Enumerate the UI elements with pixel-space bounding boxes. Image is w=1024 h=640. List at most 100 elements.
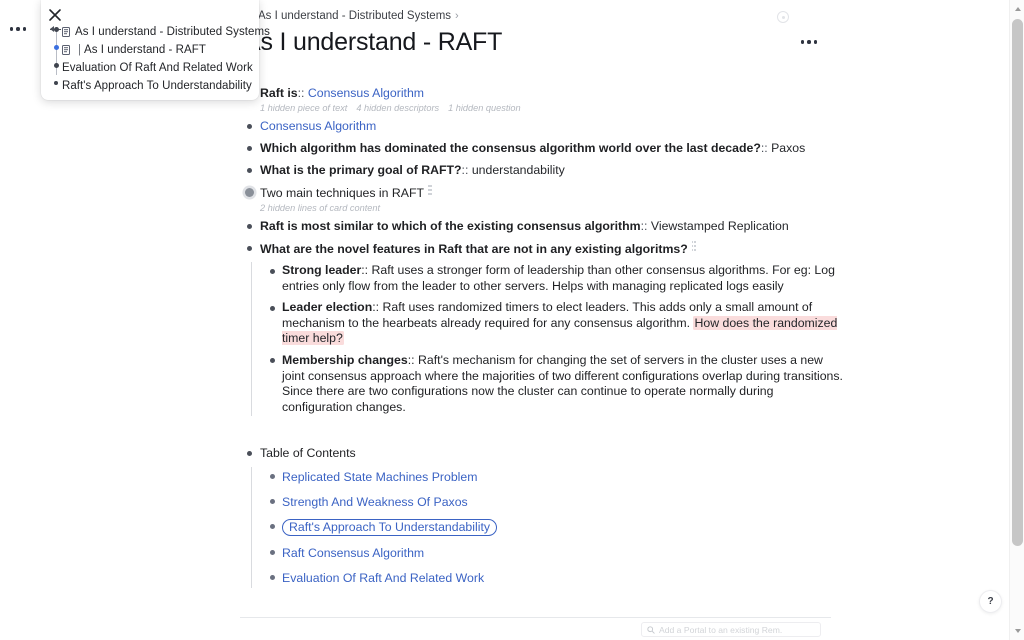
trail-item-label: Evaluation Of Raft And Related Work (62, 62, 253, 74)
question-label: What are the novel features in Raft that… (260, 242, 688, 256)
bullet-icon (247, 245, 252, 251)
outline-row-toc-heading[interactable]: Table of Contents (244, 442, 844, 464)
raft-is-label: Raft is (260, 86, 298, 100)
trail-item-label: As I understand - RAFT (84, 44, 206, 56)
trail-item-divider: | (78, 44, 81, 56)
scrollbar-thumb[interactable] (1012, 19, 1023, 546)
toc-item-raft-consensus-algorithm[interactable]: Raft Consensus Algorithm (266, 541, 844, 566)
toc-item-label[interactable]: Evaluation Of Raft And Related Work (282, 571, 484, 585)
trail-item-evaluation[interactable]: Evaluation Of Raft And Related Work (41, 59, 259, 77)
window-overflow-menu-button[interactable] (6, 21, 30, 37)
ellipsis-dot (800, 40, 805, 44)
collapsed-bullet-icon[interactable] (245, 187, 254, 197)
question-separator: :: (640, 219, 648, 233)
bullet-icon (247, 167, 252, 173)
bullet-icon (247, 450, 252, 456)
toc-item-label[interactable]: Strength And Weakness Of Paxos (282, 495, 468, 509)
ellipsis-dot (9, 27, 14, 31)
help-button[interactable]: ? (979, 590, 1002, 613)
trail-item-raft[interactable]: | As I understand - RAFT (41, 41, 259, 59)
bullet-icon (247, 123, 252, 129)
trail-item-understandability[interactable]: Raft's Approach To Understandability (41, 77, 259, 95)
feature-term: Leader election (282, 300, 373, 315)
outline-node-novel-features: What are the novel features in Raft that… (244, 237, 844, 418)
bullet-icon (270, 268, 275, 274)
answer-value: Paxos (771, 141, 806, 155)
outline-row-consensus-algorithm[interactable]: Consensus Algorithm (244, 115, 844, 137)
outline-node-raft-is: Raft is:: Consensus Algorithm 1 hidden p… (244, 82, 844, 113)
bullet-icon (270, 358, 275, 364)
question-label: What is the primary goal of RAFT? (260, 163, 462, 177)
bullet-icon (270, 550, 275, 556)
page-options-menu-button[interactable] (798, 34, 820, 50)
consensus-algorithm-link[interactable]: Consensus Algorithm (260, 118, 376, 134)
outline-text: Raft is:: Consensus Algorithm (260, 85, 424, 101)
outline-row-strong-leader[interactable]: Strong leader:: Raft uses a stronger for… (266, 260, 844, 297)
outline-text: Strong leader:: Raft uses a stronger for… (282, 263, 844, 294)
outline-text: What are the novel features in Raft that… (260, 240, 701, 257)
outline-row-two-techniques[interactable]: Two main techniques in RAFT (244, 181, 844, 204)
hidden-content-meta: 2 hidden lines of card content (244, 203, 844, 213)
raft-is-value-link[interactable]: Consensus Algorithm (308, 86, 424, 100)
ellipsis-dot (22, 27, 27, 31)
page-title[interactable]: As I understand - RAFT (244, 28, 502, 57)
document-icon (62, 45, 73, 55)
bullet-icon (270, 575, 275, 581)
outline-row-primary-goal-question[interactable]: What is the primary goal of RAFT?:: unde… (244, 159, 844, 181)
hidden-content-meta: 1 hidden piece of text 4 hidden descript… (244, 103, 844, 113)
trail-item-list: As I understand - Distributed Systems | … (41, 23, 270, 95)
toc-item-list: Replicated State Machines Problem Streng… (251, 464, 844, 591)
portal-search-placeholder: Add a Portal to an existing Rem. (659, 624, 783, 635)
two-techniques-label: Two main techniques in RAFT (260, 186, 425, 200)
toc-item-label[interactable]: Replicated State Machines Problem (282, 470, 477, 484)
question-label: Raft is most similar to which of the exi… (260, 219, 641, 233)
bottom-divider (240, 617, 831, 618)
toc-item-label[interactable]: Raft's Approach To Understandability (282, 518, 498, 537)
toc-item-evaluation-related-work[interactable]: Evaluation Of Raft And Related Work (266, 566, 844, 591)
outline-row-membership-changes[interactable]: Membership changes:: Raft's mechanism fo… (266, 350, 844, 418)
trail-item-distributed-systems[interactable]: As I understand - Distributed Systems (41, 23, 270, 41)
card-dots-icon (428, 184, 437, 195)
outline-text: Which algorithm has dominated the consen… (260, 140, 805, 156)
ellipsis-dot (807, 40, 811, 44)
question-label: Which algorithm has dominated the consen… (260, 141, 761, 155)
search-icon (647, 625, 655, 634)
breadcrumb[interactable]: As I understand - Distributed Systems › (258, 10, 459, 22)
toc-item-replicated-state-machines[interactable]: Replicated State Machines Problem (266, 464, 844, 489)
outline-row-dominated-question[interactable]: Which algorithm has dominated the consen… (244, 137, 844, 159)
outline-row[interactable]: Raft is:: Consensus Algorithm (244, 82, 844, 104)
chevron-down-icon[interactable] (1010, 624, 1024, 638)
portal-search-input[interactable]: Add a Portal to an existing Rem. (641, 622, 821, 637)
trail-item-label: Raft's Approach To Understandability (62, 80, 252, 92)
toc-heading: Table of Contents (260, 446, 356, 461)
outline-text: Leader election:: Raft uses randomized t… (282, 300, 844, 347)
outline-row-novel-features-question[interactable]: What are the novel features in Raft that… (244, 237, 844, 260)
chevron-up-icon[interactable] (1010, 2, 1024, 16)
trail-item-label: As I understand - Distributed Systems (75, 26, 270, 38)
toc-item-label[interactable]: Raft Consensus Algorithm (282, 546, 424, 560)
feature-separator: :: (407, 352, 415, 367)
toc-item-rafts-approach-understandability[interactable]: Raft's Approach To Understandability (266, 514, 844, 541)
vertical-scrollbar[interactable] (1009, 0, 1024, 640)
bullet-icon (270, 305, 275, 311)
bullet-icon (270, 523, 275, 529)
answer-value: Viewstamped Replication (650, 219, 789, 233)
breadcrumb-trail-popup: As I understand - Distributed Systems | … (41, 0, 270, 100)
outline-text: Two main techniques in RAFT (260, 184, 437, 201)
outline-node-table-of-contents: Table of Contents Replicated State Machi… (244, 442, 844, 591)
close-icon[interactable] (46, 6, 64, 24)
bullet-icon (270, 498, 275, 504)
breadcrumb-parent-label[interactable]: As I understand - Distributed Systems (258, 10, 451, 22)
outline-text: What is the primary goal of RAFT?:: unde… (260, 162, 565, 178)
outline-text: Membership changes:: Raft's mechanism fo… (282, 353, 844, 415)
card-dots-icon (691, 240, 701, 251)
bullet-icon (270, 473, 275, 479)
outline-content: Raft is:: Consensus Algorithm 1 hidden p… (244, 82, 844, 591)
app-root: As I understand - Distributed Systems | … (0, 0, 1024, 640)
outline-row-similar-question[interactable]: Raft is most similar to which of the exi… (244, 215, 844, 237)
circle-dot-icon[interactable] (777, 11, 789, 23)
outline-row-leader-election[interactable]: Leader election:: Raft uses randomized t… (266, 297, 844, 350)
outline-text: Raft is most similar to which of the exi… (260, 218, 789, 234)
breadcrumb-separator: › (455, 10, 459, 22)
toc-item-strength-weakness-paxos[interactable]: Strength And Weakness Of Paxos (266, 489, 844, 514)
